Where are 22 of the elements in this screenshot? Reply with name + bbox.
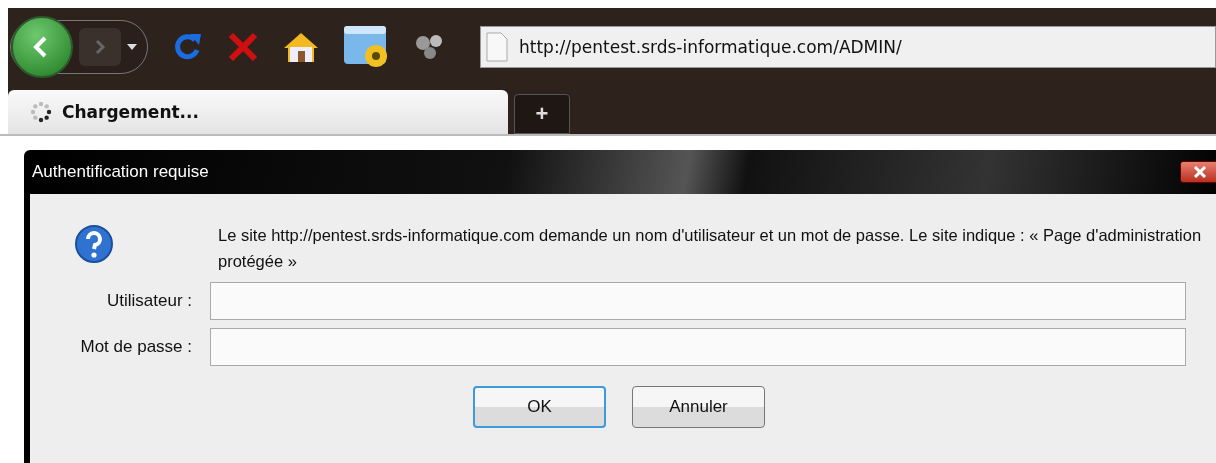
dropdown-icon[interactable]	[127, 44, 137, 50]
question-icon	[74, 224, 114, 264]
page-icon	[485, 32, 509, 62]
address-text: http://pentest.srds-informatique.com/ADMIN/	[519, 37, 902, 57]
close-icon	[1193, 166, 1207, 178]
browser-tab[interactable]: Chargement...	[8, 90, 508, 134]
new-tab-button[interactable]: +	[514, 94, 570, 134]
stop-icon[interactable]	[226, 30, 260, 64]
dialog-button[interactable]: OK	[473, 386, 606, 428]
input-field[interactable]	[210, 328, 1186, 366]
field-label: Mot de passe :	[79, 337, 192, 357]
dialog-title: Authentification requise	[32, 162, 209, 182]
field-label: Utilisateur :	[105, 291, 192, 311]
forward-button[interactable]	[79, 28, 121, 66]
loading-icon	[30, 101, 52, 123]
dialog-message: Le site http://pentest.srds-informatique.com demande un nom d'utilisateur et un mot de passe. Le site indique : « Page d'administration protégée »	[218, 225, 1203, 272]
input-field[interactable]	[210, 282, 1186, 320]
tab-title: Chargement...	[62, 102, 199, 122]
dialog-button[interactable]: Annuler	[632, 386, 765, 428]
close-button[interactable]	[1180, 161, 1216, 183]
address-bar[interactable]: http://pentest.srds-informatique.com/ADMIN/	[480, 26, 1216, 68]
home-icon[interactable]	[282, 30, 320, 64]
